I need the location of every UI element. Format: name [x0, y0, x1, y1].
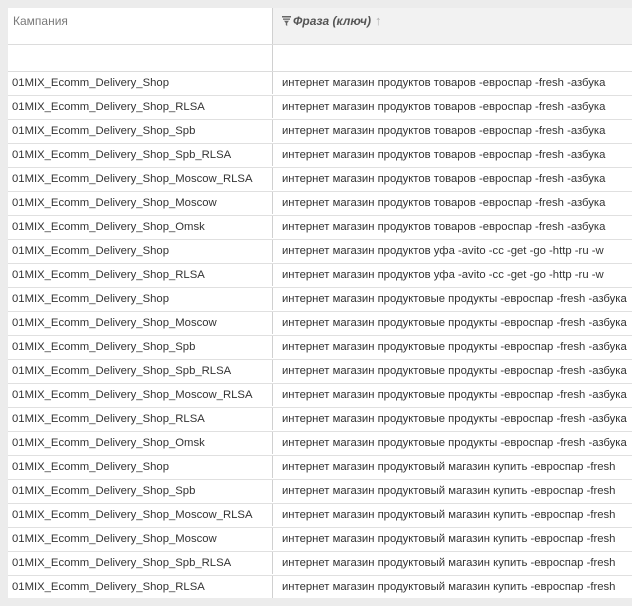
campaign-cell[interactable]: 01MIX_Ecomm_Delivery_Shop_Moscow — [8, 312, 273, 334]
table-row[interactable]: 01MIX_Ecomm_Delivery_Shop_Moscow_RLSA инт… — [8, 504, 632, 528]
phrase-cell[interactable]: интернет магазин продуктов уфа -avito -c… — [273, 240, 632, 262]
campaign-cell[interactable]: 01MIX_Ecomm_Delivery_Shop_RLSA — [8, 408, 273, 430]
column-header-phrase[interactable]: Фраза (ключ) ↑ — [273, 8, 632, 44]
phrase-cell[interactable]: интернет магазин продуктовые продукты -е… — [273, 312, 632, 334]
table-row[interactable]: 01MIX_Ecomm_Delivery_Shop_Moscow интернет… — [8, 192, 632, 216]
phrase-cell[interactable]: интернет магазин продуктов товаров -евро… — [273, 120, 632, 142]
grid-body: 01MIX_Ecomm_Delivery_Shop интернет магази… — [8, 72, 632, 598]
phrase-cell[interactable]: интернет магазин продуктовый магазин куп… — [273, 504, 632, 526]
column-header-label: Фраза (ключ) — [293, 14, 371, 28]
campaign-cell[interactable]: 01MIX_Ecomm_Delivery_Shop_Spb — [8, 336, 273, 358]
phrase-cell[interactable]: интернет магазин продуктов товаров -евро… — [273, 216, 632, 238]
phrase-cell[interactable]: интернет магазин продуктовый магазин куп… — [273, 576, 632, 598]
campaign-cell[interactable]: 01MIX_Ecomm_Delivery_Shop_Moscow — [8, 528, 273, 550]
campaign-cell[interactable]: 01MIX_Ecomm_Delivery_Shop_Spb_RLSA — [8, 144, 273, 166]
phrase-cell[interactable]: интернет магазин продуктовый магазин куп… — [273, 528, 632, 550]
campaign-cell[interactable]: 01MIX_Ecomm_Delivery_Shop_Moscow_RLSA — [8, 384, 273, 406]
table-row[interactable]: 01MIX_Ecomm_Delivery_Shop_Moscow интернет… — [8, 312, 632, 336]
table-row[interactable]: 01MIX_Ecomm_Delivery_Shop_RLSA интернет м… — [8, 96, 632, 120]
phrase-cell[interactable]: интернет магазин продуктов товаров -евро… — [273, 168, 632, 190]
campaign-cell[interactable]: 01MIX_Ecomm_Delivery_Shop — [8, 288, 273, 310]
phrase-cell[interactable]: интернет магазин продуктовый магазин куп… — [273, 552, 632, 574]
phrase-cell[interactable]: интернет магазин продуктов товаров -евро… — [273, 96, 632, 118]
phrase-cell[interactable]: интернет магазин продуктовые продукты -е… — [273, 336, 632, 358]
table-row[interactable]: 01MIX_Ecomm_Delivery_Shop_RLSA интернет м… — [8, 264, 632, 288]
filter-icon[interactable] — [282, 16, 291, 26]
campaign-cell[interactable]: 01MIX_Ecomm_Delivery_Shop — [8, 72, 273, 94]
table-row[interactable]: 01MIX_Ecomm_Delivery_Shop_Spb интернет ма… — [8, 120, 632, 144]
column-header-campaign[interactable]: Кампания — [8, 8, 273, 44]
phrase-cell[interactable]: интернет магазин продуктовые продукты -е… — [273, 432, 632, 454]
campaign-cell[interactable]: 01MIX_Ecomm_Delivery_Shop_Moscow_RLSA — [8, 504, 273, 526]
phrase-cell[interactable]: интернет магазин продуктов товаров -евро… — [273, 144, 632, 166]
campaign-cell[interactable]: 01MIX_Ecomm_Delivery_Shop_Spb_RLSA — [8, 552, 273, 574]
campaign-cell[interactable]: 01MIX_Ecomm_Delivery_Shop — [8, 240, 273, 262]
filter-row — [8, 45, 632, 72]
table-row[interactable]: 01MIX_Ecomm_Delivery_Shop_Omsk интернет м… — [8, 216, 632, 240]
table-row[interactable]: 01MIX_Ecomm_Delivery_Shop_Omsk интернет м… — [8, 432, 632, 456]
table-row[interactable]: 01MIX_Ecomm_Delivery_Shop_Spb интернет ма… — [8, 336, 632, 360]
campaign-cell[interactable]: 01MIX_Ecomm_Delivery_Shop_Moscow — [8, 192, 273, 214]
header-row: Кампания Фраза (ключ) ↑ — [8, 8, 632, 45]
campaign-cell[interactable]: 01MIX_Ecomm_Delivery_Shop_RLSA — [8, 264, 273, 286]
table-row[interactable]: 01MIX_Ecomm_Delivery_Shop_Moscow_RLSA инт… — [8, 384, 632, 408]
campaign-cell[interactable]: 01MIX_Ecomm_Delivery_Shop — [8, 456, 273, 478]
filter-cell-campaign[interactable] — [8, 45, 273, 71]
phrase-cell[interactable]: интернет магазин продуктовые продукты -е… — [273, 408, 632, 430]
phrase-cell[interactable]: интернет магазин продуктов уфа -avito -c… — [273, 264, 632, 286]
filter-cell-phrase[interactable] — [273, 45, 632, 71]
table-row[interactable]: 01MIX_Ecomm_Delivery_Shop интернет магази… — [8, 72, 632, 96]
campaign-cell[interactable]: 01MIX_Ecomm_Delivery_Shop_Spb — [8, 480, 273, 502]
phrase-cell[interactable]: интернет магазин продуктовые продукты -е… — [273, 288, 632, 310]
table-row[interactable]: 01MIX_Ecomm_Delivery_Shop_Spb_RLSA интерн… — [8, 552, 632, 576]
table-row[interactable]: 01MIX_Ecomm_Delivery_Shop_Moscow интернет… — [8, 528, 632, 552]
phrase-cell[interactable]: интернет магазин продуктов товаров -евро… — [273, 72, 632, 94]
table-row[interactable]: 01MIX_Ecomm_Delivery_Shop интернет магази… — [8, 456, 632, 480]
table-row[interactable]: 01MIX_Ecomm_Delivery_Shop_RLSA интернет м… — [8, 576, 632, 598]
table-row[interactable]: 01MIX_Ecomm_Delivery_Shop_Spb_RLSA интерн… — [8, 360, 632, 384]
phrase-cell[interactable]: интернет магазин продуктовые продукты -е… — [273, 384, 632, 406]
campaign-cell[interactable]: 01MIX_Ecomm_Delivery_Shop_Spb — [8, 120, 273, 142]
phrase-cell[interactable]: интернет магазин продуктовый магазин куп… — [273, 480, 632, 502]
campaign-cell[interactable]: 01MIX_Ecomm_Delivery_Shop_Omsk — [8, 216, 273, 238]
campaign-cell[interactable]: 01MIX_Ecomm_Delivery_Shop_Moscow_RLSA — [8, 168, 273, 190]
campaign-cell[interactable]: 01MIX_Ecomm_Delivery_Shop_RLSA — [8, 576, 273, 598]
campaign-cell[interactable]: 01MIX_Ecomm_Delivery_Shop_Omsk — [8, 432, 273, 454]
column-header-label: Кампания — [13, 14, 68, 28]
phrase-cell[interactable]: интернет магазин продуктовые продукты -е… — [273, 360, 632, 382]
table-row[interactable]: 01MIX_Ecomm_Delivery_Shop интернет магази… — [8, 240, 632, 264]
table-row[interactable]: 01MIX_Ecomm_Delivery_Shop интернет магази… — [8, 288, 632, 312]
data-grid: Кампания Фраза (ключ) ↑ 01MIX_Ecomm_Deli… — [8, 8, 632, 598]
sort-ascending-icon[interactable]: ↑ — [375, 14, 382, 27]
phrase-cell[interactable]: интернет магазин продуктовый магазин куп… — [273, 456, 632, 478]
table-row[interactable]: 01MIX_Ecomm_Delivery_Shop_RLSA интернет м… — [8, 408, 632, 432]
phrase-cell[interactable]: интернет магазин продуктов товаров -евро… — [273, 192, 632, 214]
table-row[interactable]: 01MIX_Ecomm_Delivery_Shop_Spb_RLSA интерн… — [8, 144, 632, 168]
campaign-cell[interactable]: 01MIX_Ecomm_Delivery_Shop_RLSA — [8, 96, 273, 118]
table-row[interactable]: 01MIX_Ecomm_Delivery_Shop_Moscow_RLSA инт… — [8, 168, 632, 192]
table-row[interactable]: 01MIX_Ecomm_Delivery_Shop_Spb интернет ма… — [8, 480, 632, 504]
campaign-cell[interactable]: 01MIX_Ecomm_Delivery_Shop_Spb_RLSA — [8, 360, 273, 382]
